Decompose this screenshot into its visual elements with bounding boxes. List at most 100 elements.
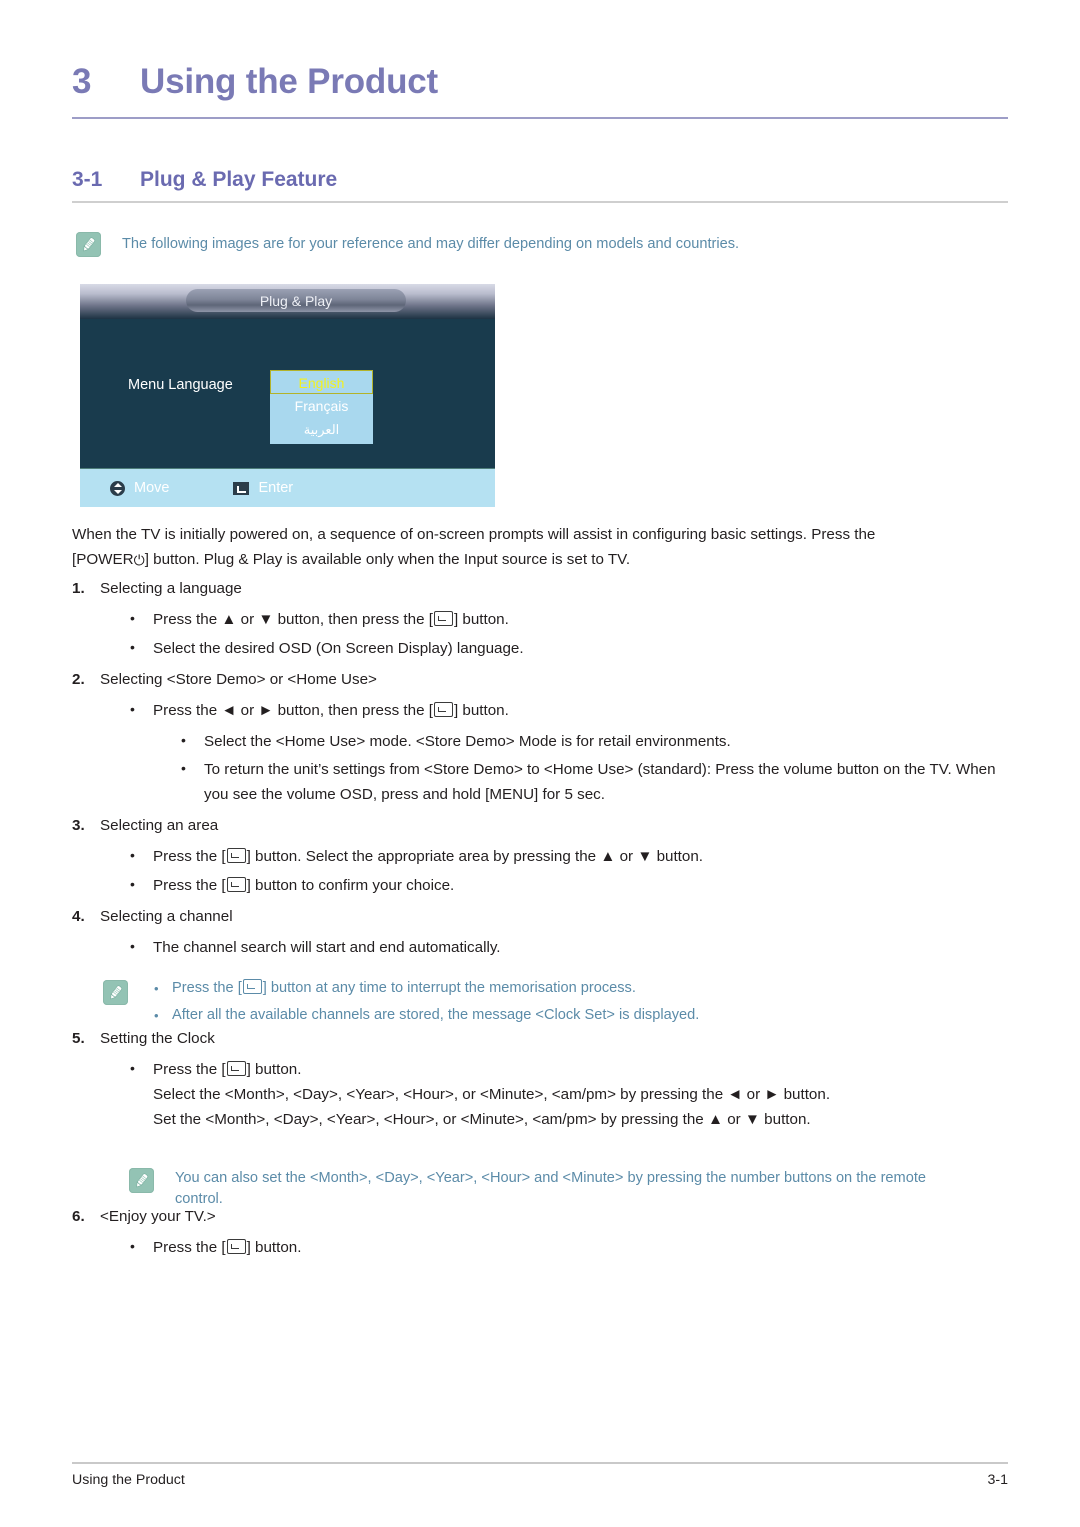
section-number: 3-1 (72, 168, 103, 191)
bullet-text: Select the desired OSD (On Screen Displa… (153, 640, 524, 657)
osd-move-label: Move (134, 480, 170, 496)
bullet-text-before: Press the [ (153, 1061, 226, 1078)
section-title: Plug & Play Feature (140, 168, 338, 191)
list-item: The channel search will start and end au… (127, 934, 1008, 960)
pencil-note-icon (76, 232, 101, 257)
list-item: Press the ◄ or ► button, then press the … (127, 697, 1008, 807)
note-middle: Press the [ ] button at any time to inter… (103, 975, 699, 1029)
document-page: 3 Using the Product 3-1 Plug & Play Feat… (0, 0, 1080, 1527)
chapter-heading: 3 Using the Product (72, 62, 1008, 102)
bullet-text-after: ] button. (246, 1061, 302, 1078)
list-item: Press the [ ] button. Select the <Month>,… (127, 1056, 1008, 1132)
note-top-text: The following images are for your refere… (122, 236, 740, 252)
footer-page-number: 3-1 (987, 1472, 1008, 1488)
power-symbol-icon: ⏻ (133, 552, 145, 568)
step-5-title: Setting the Clock (100, 1030, 215, 1047)
section-heading: 3-1 Plug & Play Feature (72, 168, 1008, 192)
osd-menu-language-label: Menu Language (128, 377, 233, 393)
enter-key-icon (433, 702, 453, 717)
osd-screenshot: Plug & Play Menu Language English França… (80, 284, 495, 507)
intro-line1: When the TV is initially powered on, a s… (72, 526, 876, 543)
step-6: 6. <Enjoy your TV.> Press the [] button. (72, 1204, 1008, 1260)
enter-key-icon (233, 481, 250, 495)
step-5-bullets: Press the [ ] button. Select the <Month>,… (100, 1056, 1008, 1132)
intro-line2-before: [POWER (72, 551, 134, 568)
steps-list: 1. Selecting a language Press the ▲ or ▼… (72, 576, 1008, 1266)
list-item: Press the [ ] button. (127, 1234, 1008, 1260)
enter-key-icon (226, 848, 246, 863)
note-top: The following images are for your refere… (76, 232, 739, 257)
step-1: 1. Selecting a language Press the ▲ or ▼… (72, 576, 1008, 661)
section-divider (72, 201, 1008, 203)
list-item: Press the [ ] button. Select the appropri… (127, 843, 1008, 869)
step-6-bullets: Press the [ ] button. (100, 1234, 1008, 1260)
pencil-note-icon (103, 980, 128, 1005)
bullet-text-before: Press the [ (153, 1239, 226, 1256)
note-bottom-text: You can also set the <Month>, <Day>, <Ye… (175, 1170, 926, 1207)
note-text-before: Press the [ (172, 980, 242, 996)
step-2-bullets: Press the ◄ or ► button, then press the … (100, 697, 1008, 807)
step-3-title: Selecting an area (100, 817, 219, 834)
list-item: To return the unit’s settings from <Stor… (178, 756, 1008, 807)
step-3-bullets: Press the [ ] button. Select the appropri… (100, 843, 1008, 898)
step-2: 2. Selecting <Store Demo> or <Home Use> … (72, 667, 1008, 807)
pencil-note-icon (129, 1168, 154, 1193)
osd-hint-enter: Enter (233, 480, 293, 496)
enter-key-icon (226, 1061, 246, 1076)
bullet-text-after: ] button. (246, 1239, 302, 1256)
note-text-after: ] button at any time to interrupt the me… (262, 980, 636, 996)
bullet-text-before: Press the ◄ or ► button, then press the … (153, 702, 433, 719)
step-4-title: Selecting a channel (100, 908, 233, 925)
step-1-bullets: Press the ▲ or ▼ button, then press the … (100, 606, 1008, 661)
footer-divider (72, 1462, 1008, 1464)
note-bottom: You can also set the <Month>, <Day>, <Ye… (129, 1168, 975, 1210)
osd-titlebar: Plug & Play (80, 284, 495, 319)
bullet-text-after: ] button. (453, 611, 509, 628)
osd-footer: Move Enter (80, 468, 495, 507)
chapter-title: Using the Product (140, 62, 438, 101)
list-item: Press the ▲ or ▼ button, then press the … (127, 606, 1008, 632)
osd-option-arabic[interactable]: العربية (270, 418, 373, 442)
bullet-text-before: Press the [ (153, 877, 226, 894)
step-1-title: Selecting a language (100, 580, 242, 597)
step-2-subbullets: Select the <Home Use> mode. <Store Demo>… (153, 728, 1008, 807)
enter-key-icon (226, 877, 246, 892)
chapter-number: 3 (72, 62, 92, 101)
osd-enter-label: Enter (258, 480, 294, 496)
step-5-number: 5. (72, 1030, 85, 1047)
bullet-text-after: ] button to confirm your choice. (246, 877, 455, 894)
intro-paragraph: When the TV is initially powered on, a s… (72, 522, 1008, 573)
osd-option-english[interactable]: English (270, 370, 373, 394)
list-item: Select the <Home Use> mode. <Store Demo>… (178, 728, 1008, 754)
osd-body: Menu Language English Français العربية (80, 319, 495, 468)
step-5-extra-line-1: Select the <Month>, <Day>, <Year>, <Hour… (153, 1086, 831, 1103)
step-2-number: 2. (72, 671, 85, 688)
osd-option-francais[interactable]: Français (270, 394, 373, 418)
bullet-text: The channel search will start and end au… (153, 939, 501, 956)
osd-language-list[interactable]: English Français العربية (270, 370, 373, 444)
step-6-number: 6. (72, 1208, 85, 1225)
step-4-number: 4. (72, 908, 85, 925)
enter-key-icon (226, 1239, 246, 1254)
list-item: Select the desired OSD (On Screen Displa… (127, 635, 1008, 661)
up-down-arrow-icon (110, 480, 125, 496)
list-item: Press the [ ] button at any time to inter… (150, 975, 699, 1002)
osd-title: Plug & Play (186, 289, 406, 312)
step-3-number: 3. (72, 817, 85, 834)
intro-line2-after: ] button. Plug & Play is available only … (144, 551, 631, 568)
list-item: After all the available channels are sto… (150, 1002, 699, 1029)
bullet-text-before: Press the [ (153, 848, 226, 865)
step-3: 3. Selecting an area Press the [ ] button… (72, 813, 1008, 898)
list-item: Press the [ ] button to confirm your choi… (127, 872, 1008, 898)
step-2-title: Selecting <Store Demo> or <Home Use> (100, 671, 377, 688)
osd-hint-move: Move (110, 480, 169, 496)
note-middle-list: Press the [ ] button at any time to inter… (150, 975, 699, 1029)
bullet-text-after: ] button. (453, 702, 509, 719)
step-4-bullets: The channel search will start and end au… (100, 934, 1008, 960)
bullet-text-before: Press the ▲ or ▼ button, then press the … (153, 611, 433, 628)
step-1-number: 1. (72, 580, 85, 597)
enter-key-icon (242, 979, 262, 994)
step-5-extra-line-2: Set the <Month>, <Day>, <Year>, <Hour>, … (153, 1111, 811, 1128)
chapter-divider (72, 117, 1008, 119)
bullet-text-after: ] button. Select the appropriate area by… (246, 848, 704, 865)
